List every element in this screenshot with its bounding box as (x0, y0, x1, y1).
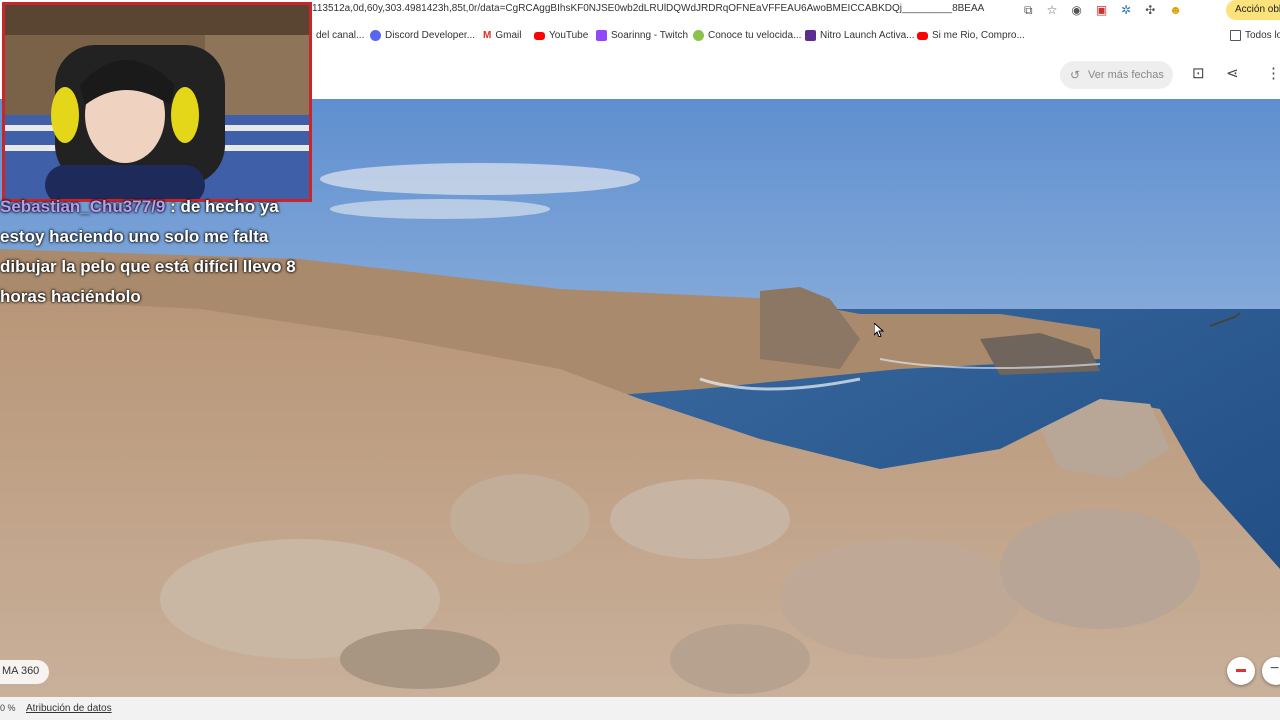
bookmark-item[interactable]: del canal... (316, 30, 364, 41)
bookmark-item[interactable]: Soarinng - Twitch (596, 30, 688, 41)
screenshot-icon[interactable]: ⊡ (1192, 64, 1205, 82)
youtube-icon (917, 31, 928, 40)
chat-message: Sebastian_Chu377/9 : de hecho ya estoy h… (0, 192, 310, 312)
address-bar-icons: ⧉ ☆ ◉ ▣ ✲ ✣ ☻ (1024, 2, 1182, 18)
folder-icon (1230, 30, 1241, 41)
action-required-button[interactable]: Acción obli (1226, 0, 1280, 20)
more-options-icon[interactable]: ⋮ (1266, 64, 1280, 82)
bookmark-label: Nitro Launch Activa... (820, 30, 915, 41)
mouse-cursor-icon (874, 323, 884, 337)
all-bookmarks-folder[interactable]: Todos lo (1230, 30, 1280, 41)
bookmark-label: Discord Developer... (385, 30, 476, 41)
webcam-overlay (2, 2, 312, 202)
panorama-label[interactable]: MA 360 (0, 660, 50, 684)
maps-footer: 0 % Atribución de datos (0, 697, 1280, 720)
youtube-icon (534, 31, 545, 40)
nitro-icon (805, 30, 816, 41)
bookmark-label: YouTube (549, 30, 589, 41)
url-text[interactable]: 113512a,0d,60y,303.4981423h,85t,0r/data=… (312, 3, 984, 14)
zoom-level: 0 % (0, 703, 16, 713)
bookmark-item[interactable]: Conoce tu velocida... (693, 30, 801, 41)
share-icon[interactable]: ⋖ (1226, 64, 1239, 82)
speedtest-icon (693, 30, 704, 41)
extension-icon[interactable]: ◉ (1071, 2, 1081, 18)
bookmark-item[interactable]: M Gmail (483, 30, 521, 41)
bookmark-item[interactable]: Discord Developer... (370, 30, 475, 41)
bookmark-star-icon[interactable]: ☆ (1047, 2, 1058, 18)
gmail-icon: M (483, 30, 492, 41)
extension-icon[interactable]: ▣ (1096, 2, 1107, 18)
bookmark-item[interactable]: Si me Rio, Compro... (917, 30, 1025, 41)
profile-avatar-icon[interactable]: ☻ (1169, 2, 1182, 18)
bookmark-item[interactable]: Nitro Launch Activa... (805, 30, 915, 41)
bookmark-label: Si me Rio, Compro... (932, 30, 1025, 41)
extension-icon[interactable]: ✲ (1121, 2, 1131, 18)
bookmark-label: del canal... (316, 30, 365, 41)
puzzle-extensions-icon[interactable]: ✣ (1145, 2, 1155, 18)
see-more-dates-label: Ver más fechas (1088, 69, 1164, 81)
chat-username: Sebastian_Chu377/9 (0, 197, 166, 216)
webcam-image (5, 5, 309, 199)
bookmark-label: Todos lo (1245, 30, 1280, 41)
data-attribution-link[interactable]: Atribución de datos (26, 703, 112, 714)
install-app-icon[interactable]: ⧉ (1024, 2, 1033, 18)
bookmark-label: Soarinng - Twitch (611, 30, 689, 41)
bookmark-item[interactable]: YouTube (534, 30, 588, 41)
discord-icon (370, 30, 381, 41)
compass-icon[interactable] (1227, 657, 1255, 685)
twitch-icon (596, 30, 607, 41)
bookmark-label: Conoce tu velocida... (708, 30, 802, 41)
history-icon: ↺ (1070, 68, 1081, 82)
bookmark-label: Gmail (495, 30, 522, 41)
see-more-dates-button[interactable]: ↺ Ver más fechas (1060, 61, 1173, 89)
